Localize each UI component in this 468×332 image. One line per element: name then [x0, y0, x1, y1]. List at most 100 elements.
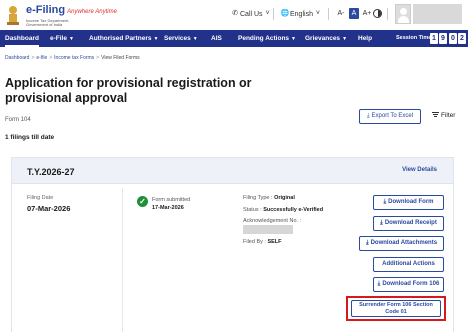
download-receipt-button[interactable]: ⤓ Download Receipt	[373, 216, 444, 231]
download-icon: ⤓	[365, 240, 369, 246]
call-us-menu[interactable]: ✆ Call Us ˅	[230, 9, 273, 19]
filed-by-row: Filed By : SELF	[243, 239, 282, 245]
nav-pending-actions-label: Pending Actions	[238, 35, 290, 42]
download-receipt-label: Download Receipt	[384, 220, 437, 226]
status-date: 17-Mar-2026	[152, 205, 184, 211]
download-form-106-label: Download Form 106	[382, 281, 440, 287]
breadcrumb-dashboard[interactable]: Dashboard	[5, 55, 29, 61]
filter-label: Filter	[441, 112, 456, 119]
download-form-label: Download Form	[388, 199, 434, 205]
filing-type-value: Original	[274, 195, 295, 201]
chevron-down-icon: ▼	[153, 36, 159, 42]
text-normal-button[interactable]: A	[349, 8, 359, 19]
filings-count: 1 filings till date	[5, 134, 55, 141]
breadcrumb-income-tax-forms[interactable]: Income tax Forms	[54, 55, 94, 61]
surrender-label-line1: Surrender Form 106 Section	[359, 302, 433, 308]
language-selector[interactable]: 🌐 English ˅	[280, 9, 323, 19]
acknowledgement-number-redacted	[243, 225, 293, 234]
surrender-label-line2: Code 01	[385, 309, 407, 315]
page: e-Filing Anywhere Anytime Income Tax Depa…	[0, 0, 468, 332]
download-attachments-label: Download Attachments	[370, 240, 438, 246]
globe-icon: 🌐	[280, 10, 290, 17]
export-label: Export To Excel	[371, 113, 414, 119]
download-form-button[interactable]: ⤓ Download Form	[373, 195, 444, 210]
view-details-link[interactable]: View Details	[402, 167, 437, 173]
nav-dashboard[interactable]: Dashboard	[5, 30, 39, 47]
surrender-highlight: Surrender Form 106 Section Code 01	[346, 296, 446, 321]
check-icon: ✓	[137, 196, 148, 207]
nav-grievances-label: Grievances	[305, 35, 341, 42]
session-digit: 1	[430, 33, 438, 44]
contrast-icon[interactable]	[373, 9, 382, 18]
nav-efile-label: e-File	[50, 35, 67, 42]
download-icon: ⤓	[377, 281, 381, 287]
download-icon: ⤓	[366, 113, 370, 119]
breadcrumb-current: View Filed Forms	[101, 55, 140, 61]
status-row: Status : Successfully e-Verified	[243, 207, 323, 213]
nav-pending-actions[interactable]: Pending Actions ▼	[238, 30, 296, 47]
text-increase-button[interactable]: A+	[362, 8, 372, 19]
divider	[387, 8, 388, 20]
chevron-right-icon: >	[31, 55, 35, 61]
filing-date-value: 07-Mar-2026	[27, 204, 71, 213]
chevron-down-icon: ▼	[291, 36, 296, 42]
user-name-redacted[interactable]	[413, 4, 462, 24]
breadcrumb: Dashboard > e-file > Income tax Forms > View F…	[5, 55, 140, 61]
avatar[interactable]	[395, 4, 411, 24]
emblem-icon	[7, 6, 19, 25]
session-digit: 2	[458, 33, 466, 44]
divider	[328, 8, 329, 20]
language-label: English	[290, 10, 313, 18]
divider	[122, 188, 123, 332]
status-title: Form submitted	[152, 197, 191, 203]
filed-by-value: SELF	[267, 239, 282, 245]
download-form-106-button[interactable]: ⤓ Download Form 106	[373, 277, 444, 292]
chevron-right-icon: >	[96, 55, 100, 61]
acknowledgement-label: Acknowledgement No. :	[243, 218, 302, 224]
logo-tagline: Anywhere Anytime	[67, 9, 117, 15]
session-digit: 9	[439, 33, 447, 44]
nav-ais[interactable]: AIS	[211, 30, 222, 47]
top-header: e-Filing Anywhere Anytime Income Tax Depa…	[0, 0, 468, 30]
session-digit: 0	[449, 33, 457, 44]
chevron-down-icon: ▼	[68, 36, 74, 42]
download-attachments-button[interactable]: ⤓ Download Attachments	[359, 236, 444, 251]
logo-title: e-Filing	[26, 4, 66, 16]
nav-help[interactable]: Help	[358, 30, 372, 47]
chevron-down-icon: ▼	[192, 36, 198, 42]
filed-by-label: Filed By :	[243, 239, 266, 245]
form-number: Form 104	[5, 117, 31, 123]
nav-services[interactable]: Services ▼	[164, 30, 198, 47]
chevron-down-icon: ˅	[315, 10, 321, 17]
nav-services-label: Services	[164, 35, 191, 42]
text-decrease-button[interactable]: A-	[336, 8, 346, 19]
tax-year: T.Y.2026-27	[27, 167, 75, 177]
card-header: T.Y.2026-27 View Details	[12, 158, 453, 184]
filter-button[interactable]: Filter	[432, 112, 455, 119]
session-time-label: Session Time	[396, 35, 432, 41]
download-icon: ⤓	[380, 220, 383, 226]
logo-subtitle-2: Government of India	[26, 22, 63, 27]
efiling-logo[interactable]: e-Filing Anywhere Anytime Income Tax Depa…	[4, 3, 124, 27]
status-label: Status :	[243, 207, 262, 213]
divider	[273, 8, 274, 20]
page-title: Application for provisional registration…	[5, 76, 252, 105]
additional-actions-button[interactable]: Additional Actions	[373, 257, 444, 272]
surrender-form-106-button[interactable]: Surrender Form 106 Section Code 01	[351, 300, 441, 317]
phone-icon: ✆	[232, 10, 238, 17]
nav-efile[interactable]: e-File ▼	[50, 30, 74, 47]
download-icon: ⤓	[383, 199, 387, 205]
filing-type-label: Filing Type :	[243, 195, 273, 201]
nav-grievances[interactable]: Grievances ▼	[305, 30, 347, 47]
chevron-right-icon: >	[49, 55, 53, 61]
export-to-excel-button[interactable]: ⤓ Export To Excel	[359, 109, 421, 124]
filing-type: Filing Type : Original	[243, 195, 295, 201]
chevron-down-icon: ˅	[265, 10, 270, 17]
status-value: Successfully e-Verified	[263, 207, 324, 213]
nav-authorised-partners-label: Authorised Partners	[89, 35, 152, 42]
breadcrumb-efile[interactable]: e-file	[36, 55, 47, 61]
main-nav: Dashboard e-File ▼ Authorised Partners ▼ S…	[0, 30, 468, 47]
nav-authorised-partners[interactable]: Authorised Partners ▼	[89, 30, 158, 47]
filter-icon	[432, 112, 439, 118]
call-us-label: Call Us	[240, 10, 263, 18]
